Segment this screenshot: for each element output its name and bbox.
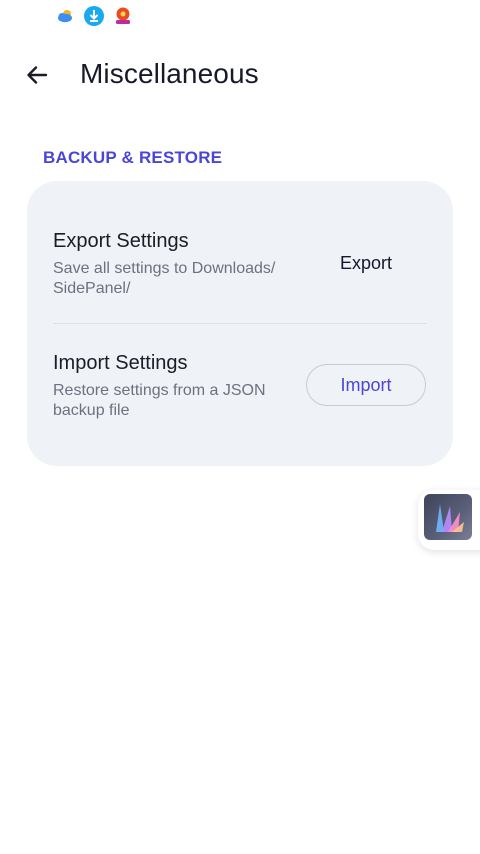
import-button[interactable]: Import — [306, 364, 426, 406]
side-panel-handle[interactable] — [418, 490, 480, 550]
import-settings-description: Restore settings from a JSON backup file — [53, 382, 266, 419]
divider — [53, 323, 427, 324]
side-panel-app-icon — [424, 494, 472, 540]
back-button[interactable] — [16, 56, 58, 98]
app-notification-icon — [113, 6, 133, 26]
status-bar — [0, 0, 480, 34]
weather-icon — [56, 6, 76, 26]
page-title: Miscellaneous — [80, 58, 259, 89]
export-settings-description: Save all settings to Downloads/ SidePane… — [53, 260, 276, 297]
export-button[interactable]: Export — [306, 243, 426, 283]
arrow-back-icon — [24, 62, 50, 93]
backup-restore-card: Export Settings Save all settings to Dow… — [27, 181, 453, 466]
download-icon — [84, 6, 104, 26]
section-header-backup-restore: BACKUP & RESTORE — [43, 148, 223, 167]
top-app-bar: Miscellaneous — [0, 44, 480, 108]
